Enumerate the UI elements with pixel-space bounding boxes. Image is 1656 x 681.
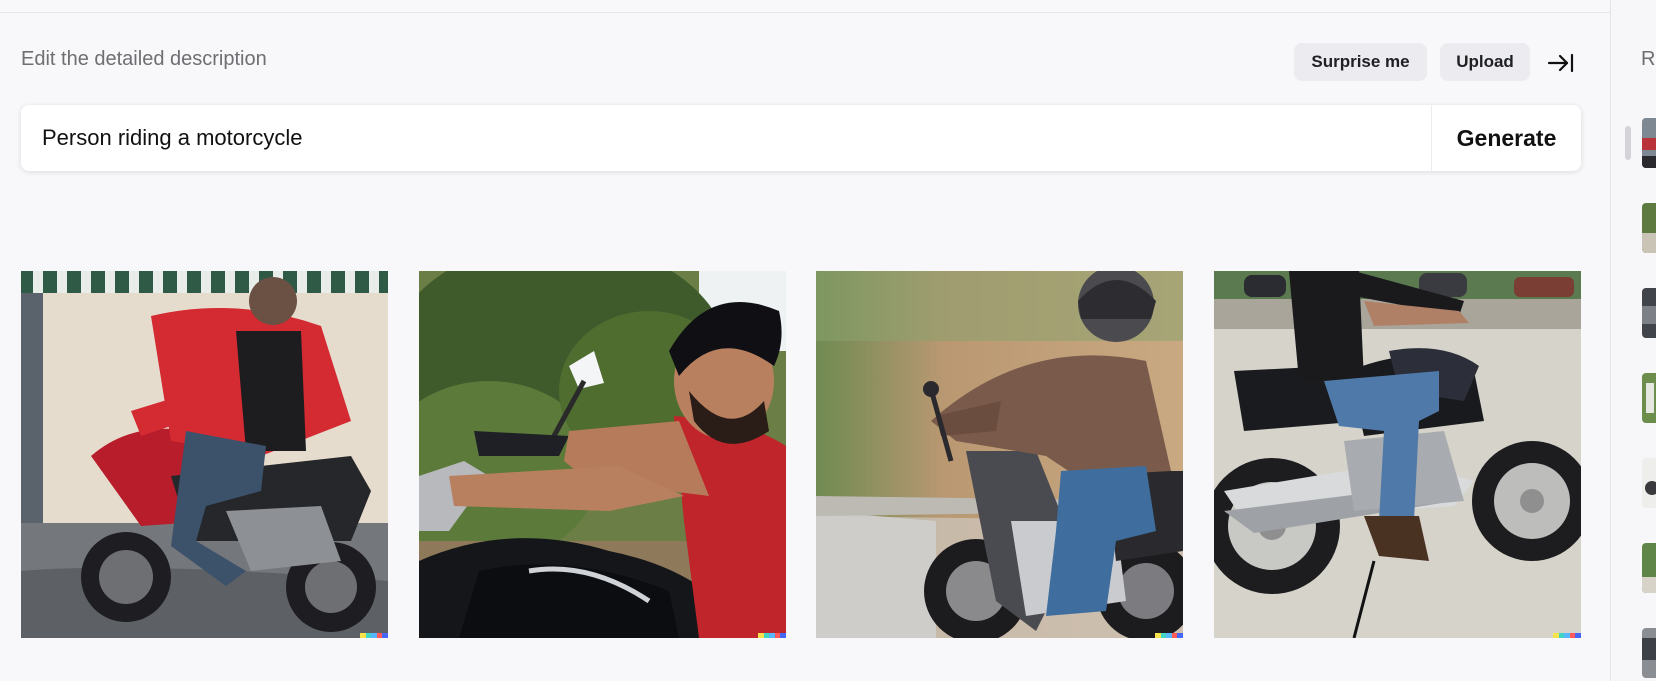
history-thumbnail-image (1642, 203, 1656, 253)
history-thumbnail[interactable] (1642, 288, 1656, 338)
page-title: Edit the detailed description (21, 48, 267, 70)
history-thumbnail-image (1642, 628, 1656, 678)
history-thumbnail-image (1642, 118, 1656, 168)
history-thumbnail-image (1642, 458, 1656, 508)
image-red-jacket-rider (21, 271, 388, 638)
history-thumbnail[interactable] (1642, 203, 1656, 253)
history-thumbnail[interactable] (1642, 458, 1656, 508)
watermark (758, 633, 786, 638)
history-sidebar: R (1610, 0, 1656, 681)
result-image-2[interactable] (419, 271, 786, 638)
history-thumbnail[interactable] (1642, 543, 1656, 593)
history-thumbnail[interactable] (1642, 628, 1656, 678)
history-thumbnail[interactable] (1642, 373, 1656, 423)
watermark (1155, 633, 1183, 638)
history-thumbnail-image (1642, 543, 1656, 593)
sidebar-title: R (1641, 48, 1656, 70)
prompt-bar: Generate (21, 105, 1581, 171)
generate-button[interactable]: Generate (1432, 105, 1581, 171)
top-divider (0, 0, 1610, 13)
result-image-4[interactable] (1214, 271, 1581, 638)
prompt-input[interactable] (21, 105, 1431, 171)
history-thumbnail[interactable] (1642, 118, 1656, 168)
collapse-sidebar-icon[interactable] (1546, 50, 1576, 76)
sidebar-scrollbar[interactable] (1625, 126, 1631, 160)
history-thumbnail-image (1642, 373, 1656, 423)
image-cruiser-motorcycle-rider (1214, 271, 1581, 638)
editor-panel: Edit the detailed description Surprise m… (0, 0, 1610, 681)
watermark (360, 633, 388, 638)
image-man-on-black-motorcycle (419, 271, 786, 638)
image-helmet-rider-motion-blur (816, 271, 1183, 638)
surprise-me-button[interactable]: Surprise me (1294, 43, 1427, 81)
result-image-1[interactable] (21, 271, 388, 638)
upload-button[interactable]: Upload (1440, 43, 1530, 81)
results-grid (21, 271, 1581, 638)
history-thumbnail-image (1642, 288, 1656, 338)
watermark (1553, 633, 1581, 638)
arrow-to-right-bar-icon (1547, 53, 1574, 73)
result-image-3[interactable] (816, 271, 1183, 638)
